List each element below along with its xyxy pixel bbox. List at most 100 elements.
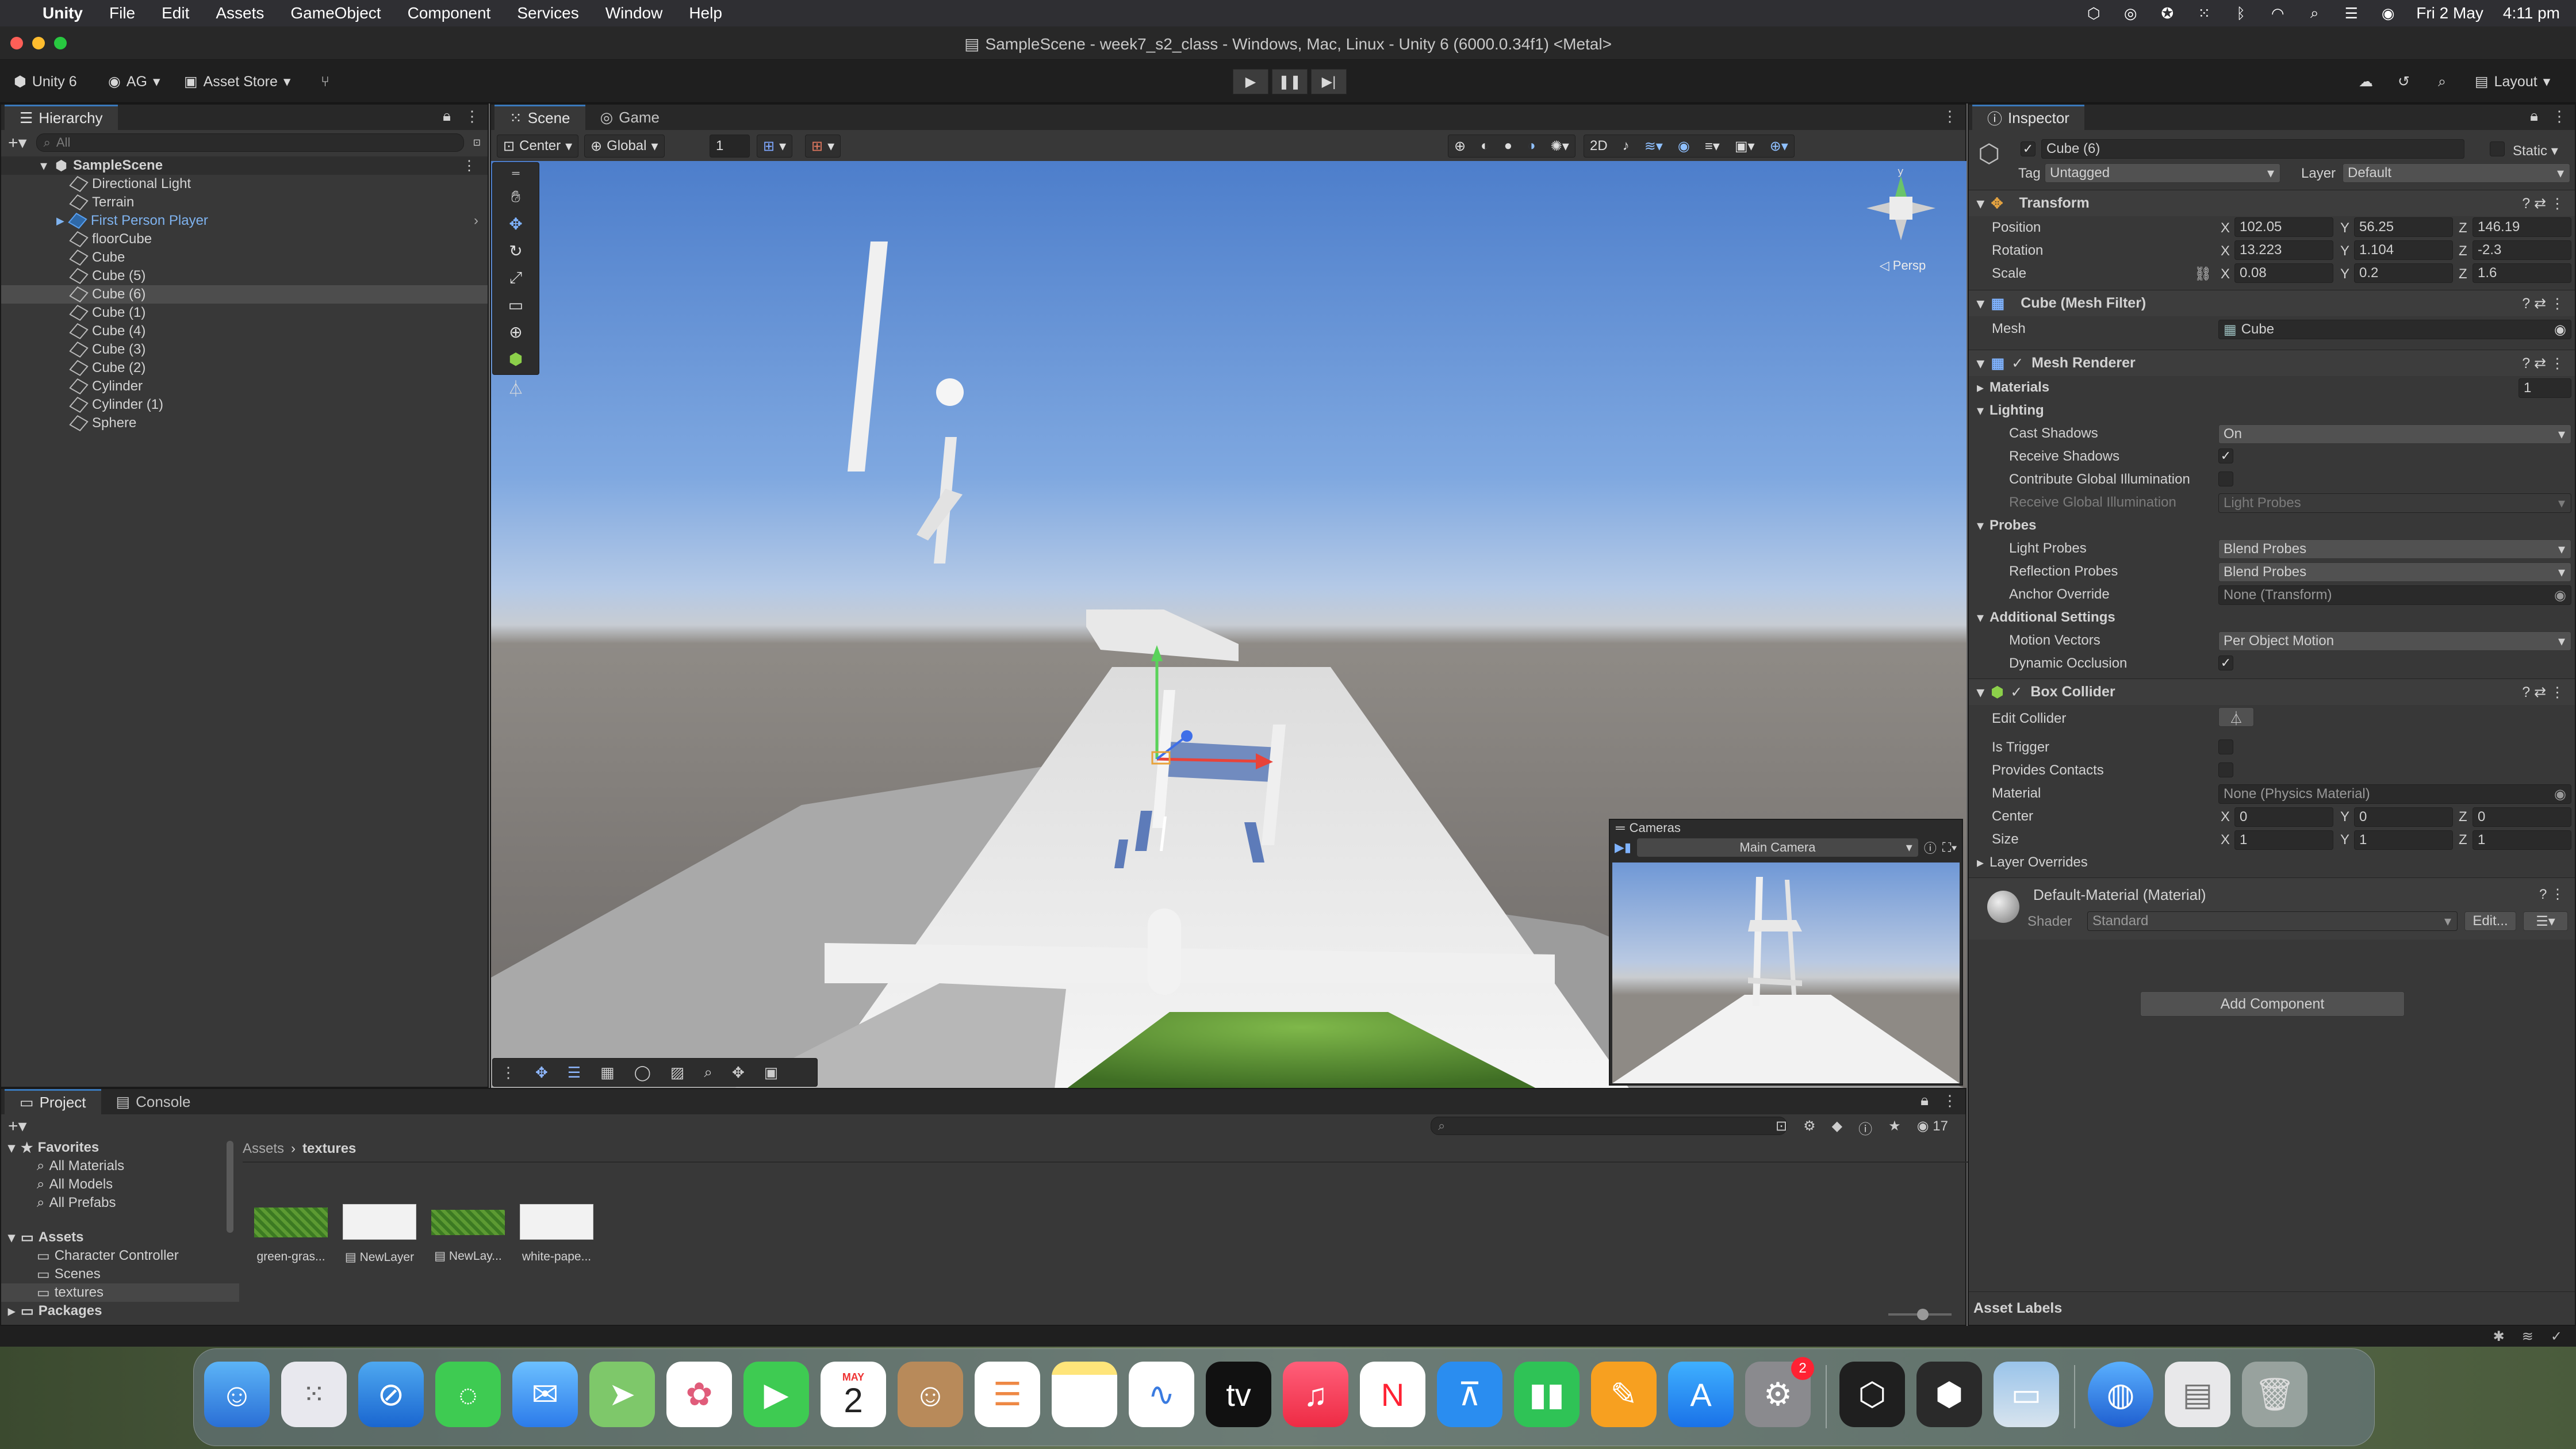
hierarchy-item[interactable]: Cube (4) xyxy=(1,322,488,340)
messages-icon[interactable]: ◌ xyxy=(435,1362,501,1427)
provides-contacts-checkbox[interactable] xyxy=(2218,762,2233,777)
visibility-icon[interactable]: ◉ xyxy=(1678,138,1690,155)
lit-icon[interactable]: ◑ xyxy=(1527,138,1536,154)
music-icon[interactable]: ♫ xyxy=(1283,1362,1348,1427)
hierarchy-item-prefab[interactable]: ▶ First Person Player › xyxy=(1,212,488,230)
rotate-tool-icon[interactable]: ↻ xyxy=(509,241,522,260)
scale-y-field[interactable]: 0.2 xyxy=(2354,263,2453,283)
chevron-right-icon[interactable]: › xyxy=(474,213,478,229)
search-options-icon[interactable]: ⊡ xyxy=(473,137,481,148)
dots-grid-icon[interactable]: ⁙ xyxy=(2195,5,2213,22)
folder-item-selected[interactable]: ▭ textures xyxy=(1,1283,239,1302)
object-picker-icon[interactable]: ◉ xyxy=(2554,321,2566,338)
packages-root[interactable]: ▸ ▭ Packages xyxy=(1,1302,239,1320)
lock-icon[interactable]: 🔒︎ xyxy=(443,107,451,125)
info-icon[interactable]: ⓘ xyxy=(1924,838,1937,857)
folder-tree-scrollbar[interactable] xyxy=(227,1141,233,1233)
scene-orientation-gizmo[interactable]: y ◁ Persp xyxy=(1854,166,1952,277)
cloud-sync-icon[interactable]: ◎ xyxy=(2122,5,2139,22)
app-menu[interactable]: Unity xyxy=(43,4,83,22)
layers-icon[interactable]: ≡▾ xyxy=(1705,138,1720,155)
anchor-override-field[interactable]: None (Transform) ◉ xyxy=(2218,585,2571,605)
step-button[interactable]: ▶| xyxy=(1311,69,1347,94)
layer-dropdown[interactable]: Default ▾ xyxy=(2343,163,2570,183)
kebab-menu-icon[interactable]: ⋮ xyxy=(2552,108,2567,125)
additional-settings-row[interactable]: ▾ Additional Settings xyxy=(1969,606,2575,629)
search-by-type-icon[interactable]: ⊡ xyxy=(1776,1118,1787,1138)
tab-console[interactable]: ▤ Console xyxy=(101,1089,206,1114)
object-picker-icon[interactable]: ◉ xyxy=(2554,786,2566,803)
camera-settings-icon[interactable]: ▣▾ xyxy=(1735,138,1755,155)
progress-icon[interactable]: ≋ xyxy=(2522,1328,2533,1345)
snap-icon[interactable]: ✥ xyxy=(732,1064,745,1082)
tag-dropdown[interactable]: Untagged ▾ xyxy=(2045,163,2280,183)
wifi-icon[interactable]: ◠ xyxy=(2269,5,2286,22)
kebab-menu-icon[interactable]: ⋮ xyxy=(1942,108,1957,125)
history-button[interactable]: ↺ xyxy=(2392,69,2416,94)
asset-item[interactable]: white-pape... xyxy=(520,1196,593,1264)
add-component-button[interactable]: Add Component xyxy=(2140,991,2405,1017)
orbit-icon[interactable]: ◯ xyxy=(634,1064,651,1082)
spotlight-search-icon[interactable]: ⌕ xyxy=(2306,4,2323,21)
freeform-icon[interactable]: ∿ xyxy=(1129,1362,1194,1427)
receive-shadows-checkbox[interactable]: ✓ xyxy=(2218,448,2233,463)
mesh-filter-header[interactable]: ▾ ▦ Cube (Mesh Filter) ? ⇄ ⋮ xyxy=(1969,290,2575,316)
pivot-mode-dropdown[interactable]: ⊡ Center ▾ xyxy=(497,135,579,158)
edit-collider-button[interactable]: ⏃ xyxy=(2218,707,2254,727)
link-icon[interactable]: ⛓ xyxy=(2194,266,2211,282)
numbers-icon[interactable]: ▮▮ xyxy=(1514,1362,1580,1427)
dynamic-occlusion-checkbox[interactable]: ✓ xyxy=(2218,656,2233,670)
kebab-menu-icon[interactable]: ⋮ xyxy=(462,158,476,174)
hierarchy-item[interactable]: Cube xyxy=(1,248,488,267)
breadcrumb-textures[interactable]: textures xyxy=(302,1141,356,1157)
mail-icon[interactable]: ✉ xyxy=(512,1362,578,1427)
layout-dropdown[interactable]: ▤ Layout ▾ xyxy=(2469,69,2556,94)
materials-row[interactable]: ▸ Materials xyxy=(1969,376,2575,399)
component-actions[interactable]: ? ⇄ ⋮ xyxy=(2522,195,2564,212)
notes-icon[interactable] xyxy=(1052,1362,1117,1427)
bluetooth-icon[interactable]: ᛒ xyxy=(2232,5,2249,22)
hierarchy-item[interactable]: Terrain xyxy=(1,193,488,212)
component-actions[interactable]: ? ⇄ ⋮ xyxy=(2522,355,2564,372)
pause-button[interactable]: ❚❚ xyxy=(1272,69,1308,94)
gizmo-globe-icon[interactable]: ⊕ xyxy=(1454,138,1466,155)
menu-help[interactable]: Help xyxy=(689,4,722,22)
hierarchy-item[interactable]: Cube (5) xyxy=(1,267,488,285)
hierarchy-item[interactable]: Cylinder (1) xyxy=(1,396,488,414)
camera-dropdown[interactable]: Main Camera ▾ xyxy=(1637,838,1918,857)
rotation-z-field[interactable]: -2.3 xyxy=(2472,240,2571,260)
fullscreen-icon[interactable]: ⛶▾ xyxy=(1942,840,1957,855)
tab-game[interactable]: ◎ Game xyxy=(585,105,675,130)
account-dropdown[interactable]: ◉ AG ▾ xyxy=(102,69,166,94)
search-by-label-icon[interactable]: ⚙︎ xyxy=(1803,1118,1816,1138)
scale-z-field[interactable]: 1.6 xyxy=(2472,263,2571,283)
lighting-row[interactable]: ▾ Lighting xyxy=(1969,399,2575,422)
reflection-probes-dropdown[interactable]: Blend Probes ▾ xyxy=(2218,562,2571,582)
preview-icon[interactable]: ▭ xyxy=(1994,1362,2059,1427)
position-z-field[interactable]: 146.19 xyxy=(2472,217,2571,237)
unity-button[interactable]: ⬢ Unity 6 xyxy=(8,69,83,94)
kebab-menu-icon[interactable]: ⋮ xyxy=(465,108,480,125)
asset-labels-bar[interactable]: Asset Labels xyxy=(1969,1291,2575,1325)
hierarchy-item[interactable]: Cube (1) xyxy=(1,304,488,322)
edit-collider-tool-icon[interactable]: ⏃ xyxy=(508,377,524,400)
projection-label[interactable]: ◁ Persp xyxy=(1854,258,1952,273)
favorites-star-icon[interactable]: ★ xyxy=(1888,1118,1901,1138)
documents-stack-icon[interactable]: ▤ xyxy=(2165,1362,2230,1427)
unity-hub-icon[interactable]: ⬡ xyxy=(1839,1362,1905,1427)
scale-tool-icon[interactable]: ⤢ xyxy=(509,269,522,288)
trash-icon[interactable]: 🗑︎ xyxy=(2242,1362,2307,1427)
finder-icon[interactable]: ☺ xyxy=(204,1362,270,1427)
debug-icon[interactable]: ✱ xyxy=(2493,1328,2505,1345)
center-z-field[interactable]: 0 xyxy=(2472,807,2571,827)
folder-item[interactable]: ▭ Scenes xyxy=(1,1265,239,1283)
rotation-y-field[interactable]: 1.104 xyxy=(2354,240,2453,260)
custom-tool-icon[interactable]: ⬢ xyxy=(509,350,523,369)
zoom-icon[interactable]: ⌕ xyxy=(704,1063,712,1082)
add-icon[interactable]: +▾ xyxy=(8,133,27,153)
active-checkbox[interactable]: ✓ xyxy=(2021,141,2035,156)
import-log-icon[interactable]: ⓘ xyxy=(1858,1118,1872,1138)
asset-item[interactable]: green-gras... xyxy=(254,1196,328,1264)
light-settings-icon[interactable]: ✺▾ xyxy=(1551,138,1569,155)
layer-overrides-row[interactable]: ▸ Layer Overrides xyxy=(1969,851,2575,874)
